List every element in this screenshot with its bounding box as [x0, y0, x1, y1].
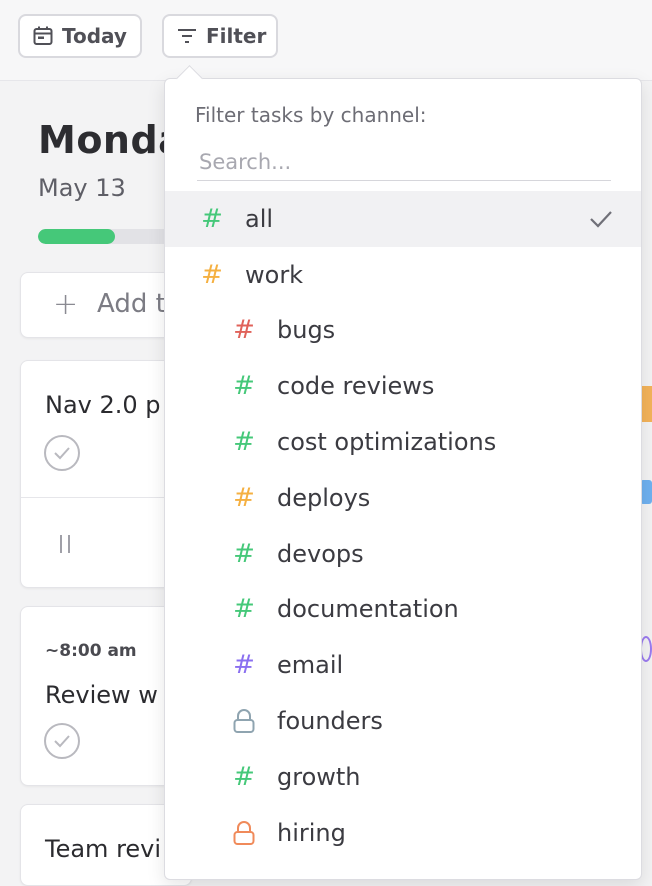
channel-label: bugs	[277, 316, 336, 345]
filter-label: Filter	[206, 24, 267, 48]
channel-item-devops[interactable]: # devops	[165, 526, 641, 582]
task-time: ~8:00 am	[45, 641, 137, 661]
channel-label: work	[245, 260, 304, 289]
hash-icon: #	[233, 761, 255, 792]
channel-search-input[interactable]	[197, 143, 611, 181]
channel-label: hiring	[277, 818, 346, 847]
filter-dropdown: Filter tasks by channel: #all#work#bugs#…	[164, 78, 642, 880]
hash-icon: #	[233, 371, 255, 402]
channel-label: documentation	[277, 595, 459, 624]
channel-item-work[interactable]: # work	[165, 247, 641, 303]
hash-icon: #	[233, 427, 255, 458]
complete-task-checkbox[interactable]	[44, 435, 80, 471]
channel-item-deploys[interactable]: # deploys	[165, 470, 641, 526]
calendar-icon	[32, 25, 54, 47]
hash-icon: #	[233, 650, 255, 681]
filter-heading: Filter tasks by channel:	[195, 103, 427, 127]
day-title: Monda	[38, 118, 185, 162]
lock-icon	[229, 708, 259, 734]
hash-icon: #	[233, 315, 255, 346]
channel-label: deploys	[277, 483, 371, 512]
plus-icon: +	[53, 287, 79, 322]
channel-label: email	[277, 651, 344, 680]
hash-icon: #	[233, 538, 255, 569]
today-button[interactable]: Today	[18, 14, 142, 58]
channel-item-cost-optimizations[interactable]: # cost optimizations	[165, 414, 641, 470]
checkmark-icon	[589, 207, 613, 235]
channel-label: growth	[277, 762, 361, 791]
channel-list: # all # work # bugs # code reviews # cost optimiz…	[165, 191, 641, 861]
hash-icon: #	[233, 594, 255, 625]
channel-item-documentation[interactable]: # documentation	[165, 582, 641, 638]
hash-icon: #	[201, 259, 223, 290]
channel-item-bugs[interactable]: # bugs	[165, 303, 641, 359]
filter-button[interactable]: Filter	[162, 14, 278, 58]
channel-label: all	[245, 204, 274, 233]
lock-icon	[229, 820, 259, 846]
channel-item-hiring[interactable]: hiring	[165, 805, 641, 861]
task-title: Review w	[45, 681, 158, 709]
day-progress-bar	[38, 229, 178, 244]
check-icon	[54, 735, 70, 748]
channel-item-code-reviews[interactable]: # code reviews	[165, 358, 641, 414]
channel-label: devops	[277, 539, 364, 568]
channel-item-growth[interactable]: # growth	[165, 749, 641, 805]
channel-label: founders	[277, 707, 383, 736]
hash-icon: #	[201, 203, 223, 234]
channel-item-founders[interactable]: founders	[165, 693, 641, 749]
day-date: May 13	[38, 174, 126, 202]
task-title: Nav 2.0 p	[45, 391, 161, 419]
task-title: Team revi	[45, 835, 162, 863]
pause-icon[interactable]	[57, 533, 73, 559]
channel-label: cost optimizations	[277, 428, 497, 457]
channel-label: code reviews	[277, 372, 435, 401]
channel-item-all[interactable]: # all	[165, 191, 641, 247]
channel-item-email[interactable]: # email	[165, 637, 641, 693]
add-task-label: Add t	[97, 289, 166, 319]
top-toolbar: Today Filter	[0, 0, 652, 81]
day-progress-fill	[38, 229, 115, 244]
filter-icon	[176, 26, 198, 46]
today-label: Today	[62, 24, 127, 48]
hash-icon: #	[233, 482, 255, 513]
check-icon	[54, 447, 70, 460]
complete-task-checkbox[interactable]	[44, 723, 80, 759]
